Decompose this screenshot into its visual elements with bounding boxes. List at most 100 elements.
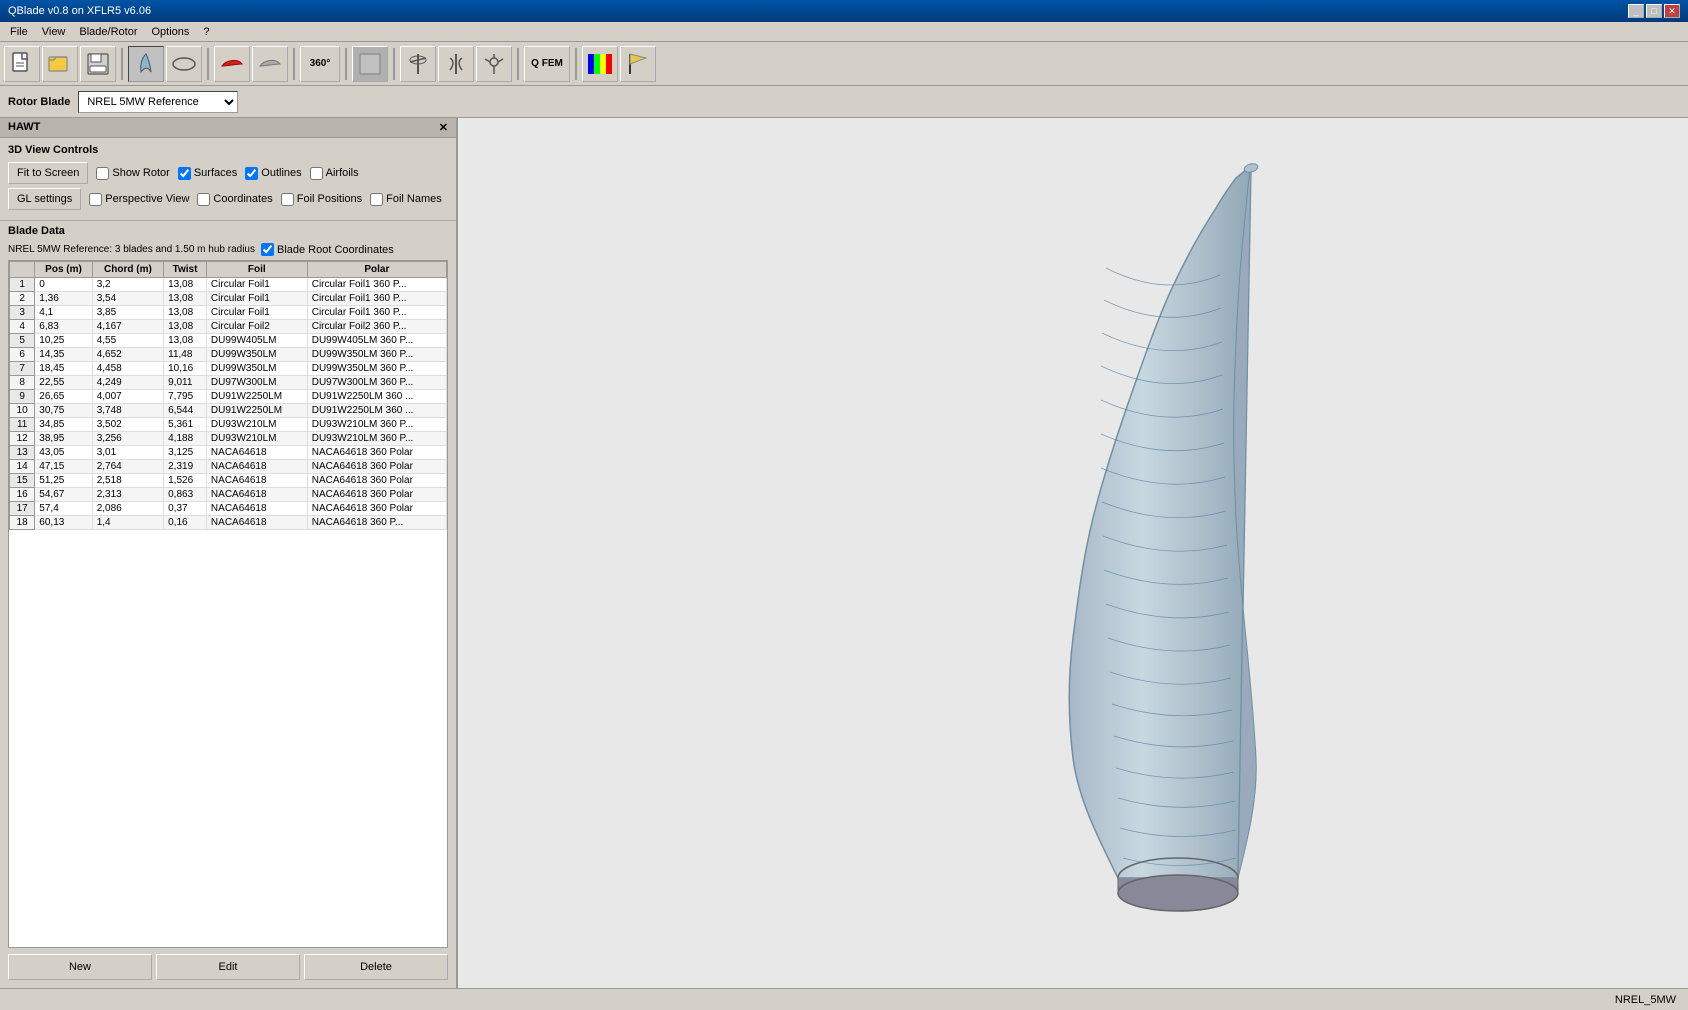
fit-to-screen-button[interactable]: Fit to Screen [8,162,88,184]
vawt-button[interactable] [438,46,474,82]
menu-view[interactable]: View [36,24,72,40]
table-row[interactable]: 10 30,75 3,748 6,544 DU91W2250LM DU91W22… [10,404,447,418]
cell-polar: DU91W2250LM 360 ... [307,390,446,404]
maximize-button[interactable]: □ [1646,4,1662,18]
cell-num: 13 [10,446,35,460]
title-bar: QBlade v0.8 on XFLR5 v6.06 _ □ ✕ [0,0,1688,22]
menu-options[interactable]: Options [145,24,195,40]
table-row[interactable]: 1 0 3,2 13,08 Circular Foil1 Circular Fo… [10,278,447,292]
surfaces-label: Surfaces [194,167,237,179]
foil-positions-checkbox[interactable] [281,193,294,206]
coordinates-checkbox-label[interactable]: Coordinates [197,193,272,206]
hawt-button[interactable] [400,46,436,82]
separator-1 [121,48,123,80]
table-row[interactable]: 9 26,65 4,007 7,795 DU91W2250LM DU91W225… [10,390,447,404]
cell-foil: DU93W210LM [206,418,307,432]
new-blade-button[interactable]: New [8,954,152,980]
cell-twist: 13,08 [164,292,207,306]
foil-names-checkbox-label[interactable]: Foil Names [370,193,442,206]
blade-table-container[interactable]: Pos (m) Chord (m) Twist Foil Polar 1 0 3… [8,260,448,948]
table-row[interactable]: 15 51,25 2,518 1,526 NACA64618 NACA64618… [10,474,447,488]
cell-polar: DU97W300LM 360 P... [307,376,446,390]
table-row[interactable]: 2 1,36 3,54 13,08 Circular Foil1 Circula… [10,292,447,306]
qfem-button[interactable]: Q FEM [524,46,570,82]
outlines-checkbox[interactable] [245,167,258,180]
app-title: QBlade v0.8 on XFLR5 v6.06 [8,5,151,17]
surfaces-checkbox-label[interactable]: Surfaces [178,167,237,180]
cell-pos: 6,83 [35,320,92,334]
table-row[interactable]: 14 47,15 2,764 2,319 NACA64618 NACA64618… [10,460,447,474]
blade-action-buttons: New Edit Delete [8,948,448,984]
table-row[interactable]: 5 10,25 4,55 13,08 DU99W405LM DU99W405LM… [10,334,447,348]
cell-chord: 4,249 [92,376,163,390]
foil-names-checkbox[interactable] [370,193,383,206]
menu-blade-rotor[interactable]: Blade/Rotor [73,24,143,40]
view-controls-title: 3D View Controls [8,144,448,156]
table-row[interactable]: 12 38,95 3,256 4,188 DU93W210LM DU93W210… [10,432,447,446]
save-file-button[interactable] [80,46,116,82]
new-file-button[interactable] [4,46,40,82]
cell-pos: 47,15 [35,460,92,474]
col-pos: Pos (m) [35,262,92,278]
foil-positions-checkbox-label[interactable]: Foil Positions [281,193,362,206]
export-button[interactable] [352,46,388,82]
cell-foil: DU91W2250LM [206,390,307,404]
wind-flag-button[interactable] [620,46,656,82]
cell-pos: 14,35 [35,348,92,362]
surfaces-checkbox[interactable] [178,167,191,180]
separator-6 [517,48,519,80]
cell-foil: NACA64618 [206,460,307,474]
menu-file[interactable]: File [4,24,34,40]
delete-blade-button[interactable]: Delete [304,954,448,980]
coordinates-label: Coordinates [213,193,272,205]
table-row[interactable]: 3 4,1 3,85 13,08 Circular Foil1 Circular… [10,306,447,320]
close-button[interactable]: ✕ [1664,4,1680,18]
perspective-checkbox-label[interactable]: Perspective View [89,193,189,206]
cell-num: 11 [10,418,35,432]
360-button[interactable]: 360° [300,46,340,82]
table-row[interactable]: 18 60,13 1,4 0,16 NACA64618 NACA64618 36… [10,516,447,530]
table-row[interactable]: 16 54,67 2,313 0,863 NACA64618 NACA64618… [10,488,447,502]
cell-foil: NACA64618 [206,446,307,460]
table-row[interactable]: 6 14,35 4,652 11,48 DU99W350LM DU99W350L… [10,348,447,362]
blade-data-section: Blade Data NREL 5MW Reference: 3 blades … [0,221,456,988]
table-row[interactable]: 8 22,55 4,249 9,011 DU97W300LM DU97W300L… [10,376,447,390]
edit-blade-button[interactable]: Edit [156,954,300,980]
table-row[interactable]: 4 6,83 4,167 13,08 Circular Foil2 Circul… [10,320,447,334]
show-rotor-checkbox-label[interactable]: Show Rotor [96,167,169,180]
minimize-button[interactable]: _ [1628,4,1644,18]
foil-button[interactable] [166,46,202,82]
blade-root-coords-checkbox[interactable] [261,243,274,256]
table-row[interactable]: 11 34,85 3,502 5,361 DU93W210LM DU93W210… [10,418,447,432]
coordinates-checkbox[interactable] [197,193,210,206]
col-chord: Chord (m) [92,262,163,278]
cell-twist: 5,361 [164,418,207,432]
table-row[interactable]: 13 43,05 3,01 3,125 NACA64618 NACA64618 … [10,446,447,460]
rotor-blade-select[interactable]: NREL 5MW Reference [78,91,238,113]
cell-twist: 13,08 [164,334,207,348]
turbine-sim-button[interactable] [476,46,512,82]
cell-pos: 30,75 [35,404,92,418]
cell-num: 17 [10,502,35,516]
cell-chord: 3,256 [92,432,163,446]
cell-polar: Circular Foil1 360 P... [307,292,446,306]
show-rotor-checkbox[interactable] [96,167,109,180]
outlines-checkbox-label[interactable]: Outlines [245,167,301,180]
table-row[interactable]: 17 57,4 2,086 0,37 NACA64618 NACA64618 3… [10,502,447,516]
open-file-button[interactable] [42,46,78,82]
blade-design-button[interactable] [128,46,164,82]
perspective-checkbox[interactable] [89,193,102,206]
airfoil-red-button[interactable] [214,46,250,82]
table-row[interactable]: 7 18,45 4,458 10,16 DU99W350LM DU99W350L… [10,362,447,376]
gl-settings-button[interactable]: GL settings [8,188,81,210]
colormap-button[interactable] [582,46,618,82]
airfoil-gray-button[interactable] [252,46,288,82]
airfoils-checkbox[interactable] [310,167,323,180]
menu-help[interactable]: ? [197,24,215,40]
blade-root-coords-label[interactable]: Blade Root Coordinates [261,243,394,256]
cell-chord: 4,007 [92,390,163,404]
cell-twist: 9,011 [164,376,207,390]
title-bar-controls[interactable]: _ □ ✕ [1628,4,1680,18]
airfoils-checkbox-label[interactable]: Airfoils [310,167,359,180]
panel-close-icon[interactable]: ✕ [439,121,448,134]
